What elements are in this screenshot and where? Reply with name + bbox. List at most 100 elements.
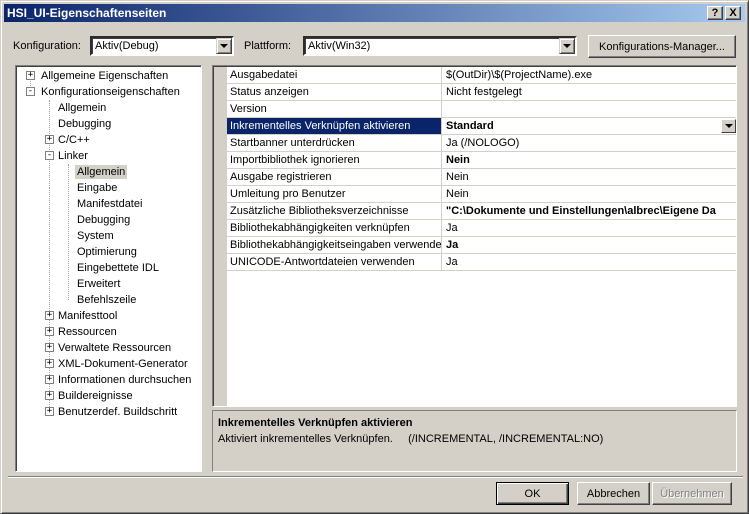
tree-item-eingebettete-idl[interactable]: Eingebettete IDL: [75, 260, 161, 276]
property-value[interactable]: Nein: [443, 152, 736, 168]
collapse-icon[interactable]: -: [45, 151, 54, 160]
expand-icon[interactable]: +: [45, 327, 54, 336]
property-name: Importbibliothek ignorieren: [227, 152, 442, 168]
tree-item-label: XML-Dokument-Generator: [58, 358, 188, 370]
platform-combo[interactable]: Aktiv(Win32): [303, 36, 577, 56]
property-value[interactable]: Ja: [443, 220, 736, 236]
expand-icon[interactable]: +: [26, 71, 35, 80]
property-row[interactable]: Ausgabedatei $(OutDir)\$(ProjectName).ex…: [227, 67, 736, 84]
property-row[interactable]: Zusätzliche Bibliotheksverzeichnisse "C:…: [227, 203, 736, 220]
property-name: Bibliothekabhängigkeiten verknüpfen: [227, 220, 442, 236]
tree-item-linker-debugging[interactable]: Debugging: [75, 212, 132, 228]
tree-item-label: C/C++: [58, 134, 90, 146]
tree-item-konfigurationseigenschaften[interactable]: - Konfigurationseigenschaften: [24, 84, 182, 100]
help-button[interactable]: ?: [707, 6, 723, 20]
tree-item-linker-allgemein[interactable]: Allgemein: [75, 164, 128, 180]
chevron-down-icon[interactable]: [721, 119, 736, 133]
chevron-down-icon[interactable]: [216, 38, 232, 54]
property-row[interactable]: Status anzeigen Nicht festgelegt: [227, 84, 736, 101]
tree-item-label: Debugging: [77, 214, 131, 226]
tree-item-cpp[interactable]: + C/C++: [43, 132, 92, 148]
property-name: Ausgabe registrieren: [227, 169, 442, 185]
expand-icon[interactable]: +: [45, 391, 54, 400]
platform-label: Plattform:: [244, 40, 292, 52]
property-row[interactable]: Importbibliothek ignorieren Nein: [227, 152, 736, 169]
property-row-selected[interactable]: Inkrementelles Verknüpfen aktivieren Sta…: [227, 118, 736, 135]
expand-icon[interactable]: +: [45, 375, 54, 384]
property-row[interactable]: Bibliothekabhängigkeiten verknüpfen Ja: [227, 220, 736, 237]
expand-icon[interactable]: +: [45, 311, 54, 320]
tree-item-label: Allgemeine Eigenschaften: [41, 70, 169, 82]
grid-gutter: [214, 67, 227, 406]
tree-item-manifestdatei[interactable]: Manifestdatei: [75, 196, 144, 212]
description-title: Inkrementelles Verknüpfen aktivieren: [218, 417, 413, 429]
expand-icon[interactable]: +: [45, 343, 54, 352]
property-name: Startbanner unterdrücken: [227, 135, 442, 151]
tree-item-label: Informationen durchsuchen: [58, 374, 192, 386]
tree-item-optimierung[interactable]: Optimierung: [75, 244, 139, 260]
config-value: Aktiv(Debug): [95, 40, 159, 52]
property-row[interactable]: Ausgabe registrieren Nein: [227, 169, 736, 186]
tree-item-informationen-durchsuchen[interactable]: + Informationen durchsuchen: [43, 372, 193, 388]
property-value[interactable]: Ja (/NOLOGO): [443, 135, 736, 151]
tree-item-benutzerdef-buildschritt[interactable]: + Benutzerdef. Buildschritt: [43, 404, 179, 420]
property-name: Umleitung pro Benutzer: [227, 186, 442, 202]
property-value[interactable]: Ja: [443, 254, 736, 270]
property-row[interactable]: Umleitung pro Benutzer Nein: [227, 186, 736, 203]
tree-item-erweitert[interactable]: Erweitert: [75, 276, 122, 292]
tree-item-debugging[interactable]: Debugging: [56, 116, 113, 132]
description-text: Aktiviert inkrementelles Verknüpfen. (/I…: [218, 433, 604, 445]
tree-item-allgemeine-eigenschaften[interactable]: + Allgemeine Eigenschaften: [24, 68, 170, 84]
property-value[interactable]: Nein: [443, 186, 736, 202]
property-row[interactable]: Bibliothekabhängigkeitseingaben verwende…: [227, 237, 736, 254]
property-value[interactable]: Standard: [443, 118, 736, 134]
property-grid[interactable]: Ausgabedatei $(OutDir)\$(ProjectName).ex…: [212, 65, 737, 407]
tree-item-label: Optimierung: [77, 246, 137, 258]
property-row[interactable]: Version: [227, 101, 736, 118]
config-combo[interactable]: Aktiv(Debug): [90, 36, 234, 56]
tree-item-system[interactable]: System: [75, 228, 116, 244]
cancel-button[interactable]: Abbrechen: [577, 482, 650, 505]
tree-item-befehlszeile[interactable]: Befehlszeile: [75, 292, 138, 308]
tree-item-xml-dokument-generator[interactable]: + XML-Dokument-Generator: [43, 356, 190, 372]
property-row[interactable]: UNICODE-Antwortdateien verwenden Ja: [227, 254, 736, 271]
tree-item-label: Eingabe: [77, 182, 118, 194]
property-value[interactable]: [443, 101, 736, 117]
config-manager-button[interactable]: Konfigurations-Manager...: [588, 35, 736, 58]
expand-icon[interactable]: +: [45, 359, 54, 368]
title-bar[interactable]: HSI_UI-Eigenschaftenseiten ? X: [4, 4, 745, 22]
tree-item-label: Allgemein: [75, 165, 128, 179]
config-label: Konfiguration:: [13, 40, 81, 52]
tree-item-label: Verwaltete Ressourcen: [58, 342, 172, 354]
tree-item-label: Buildereignisse: [58, 390, 133, 402]
tree-item-ressourcen[interactable]: + Ressourcen: [43, 324, 119, 340]
chevron-down-icon[interactable]: [559, 38, 575, 54]
property-value[interactable]: "C:\Dokumente und Einstellungen\albrec\E…: [443, 203, 736, 219]
property-value-text: Standard: [446, 120, 494, 132]
tree-item-label: Manifesttool: [58, 310, 118, 322]
description-panel: Inkrementelles Verknüpfen aktivieren Akt…: [212, 410, 737, 472]
window-title: HSI_UI-Eigenschaftenseiten: [7, 6, 167, 20]
tree-item-label: Ressourcen: [58, 326, 117, 338]
apply-button[interactable]: Übernehmen: [652, 482, 732, 505]
property-value[interactable]: Nicht festgelegt: [443, 84, 736, 100]
expand-icon[interactable]: +: [45, 407, 54, 416]
tree-item-eingabe[interactable]: Eingabe: [75, 180, 119, 196]
property-value[interactable]: Ja: [443, 237, 736, 253]
tree-item-linker[interactable]: - Linker: [43, 148, 90, 164]
tree-item-verwaltete-ressourcen[interactable]: + Verwaltete Ressourcen: [43, 340, 173, 356]
tree-item-allgemein[interactable]: Allgemein: [56, 100, 108, 116]
property-row[interactable]: Startbanner unterdrücken Ja (/NOLOGO): [227, 135, 736, 152]
collapse-icon[interactable]: -: [26, 87, 35, 96]
tree-item-buildereignisse[interactable]: + Buildereignisse: [43, 388, 135, 404]
close-button[interactable]: X: [725, 6, 741, 20]
property-name: Zusätzliche Bibliotheksverzeichnisse: [227, 203, 442, 219]
tree-item-label: Erweitert: [77, 278, 121, 290]
property-value[interactable]: Nein: [443, 169, 736, 185]
tree-item-label: Befehlszeile: [77, 294, 137, 306]
property-value[interactable]: $(OutDir)\$(ProjectName).exe: [443, 67, 736, 83]
tree-item-manifesttool[interactable]: + Manifesttool: [43, 308, 119, 324]
ok-button[interactable]: OK: [496, 482, 569, 505]
category-tree[interactable]: + Allgemeine Eigenschaften - Konfigurati…: [15, 65, 202, 472]
expand-icon[interactable]: +: [45, 135, 54, 144]
